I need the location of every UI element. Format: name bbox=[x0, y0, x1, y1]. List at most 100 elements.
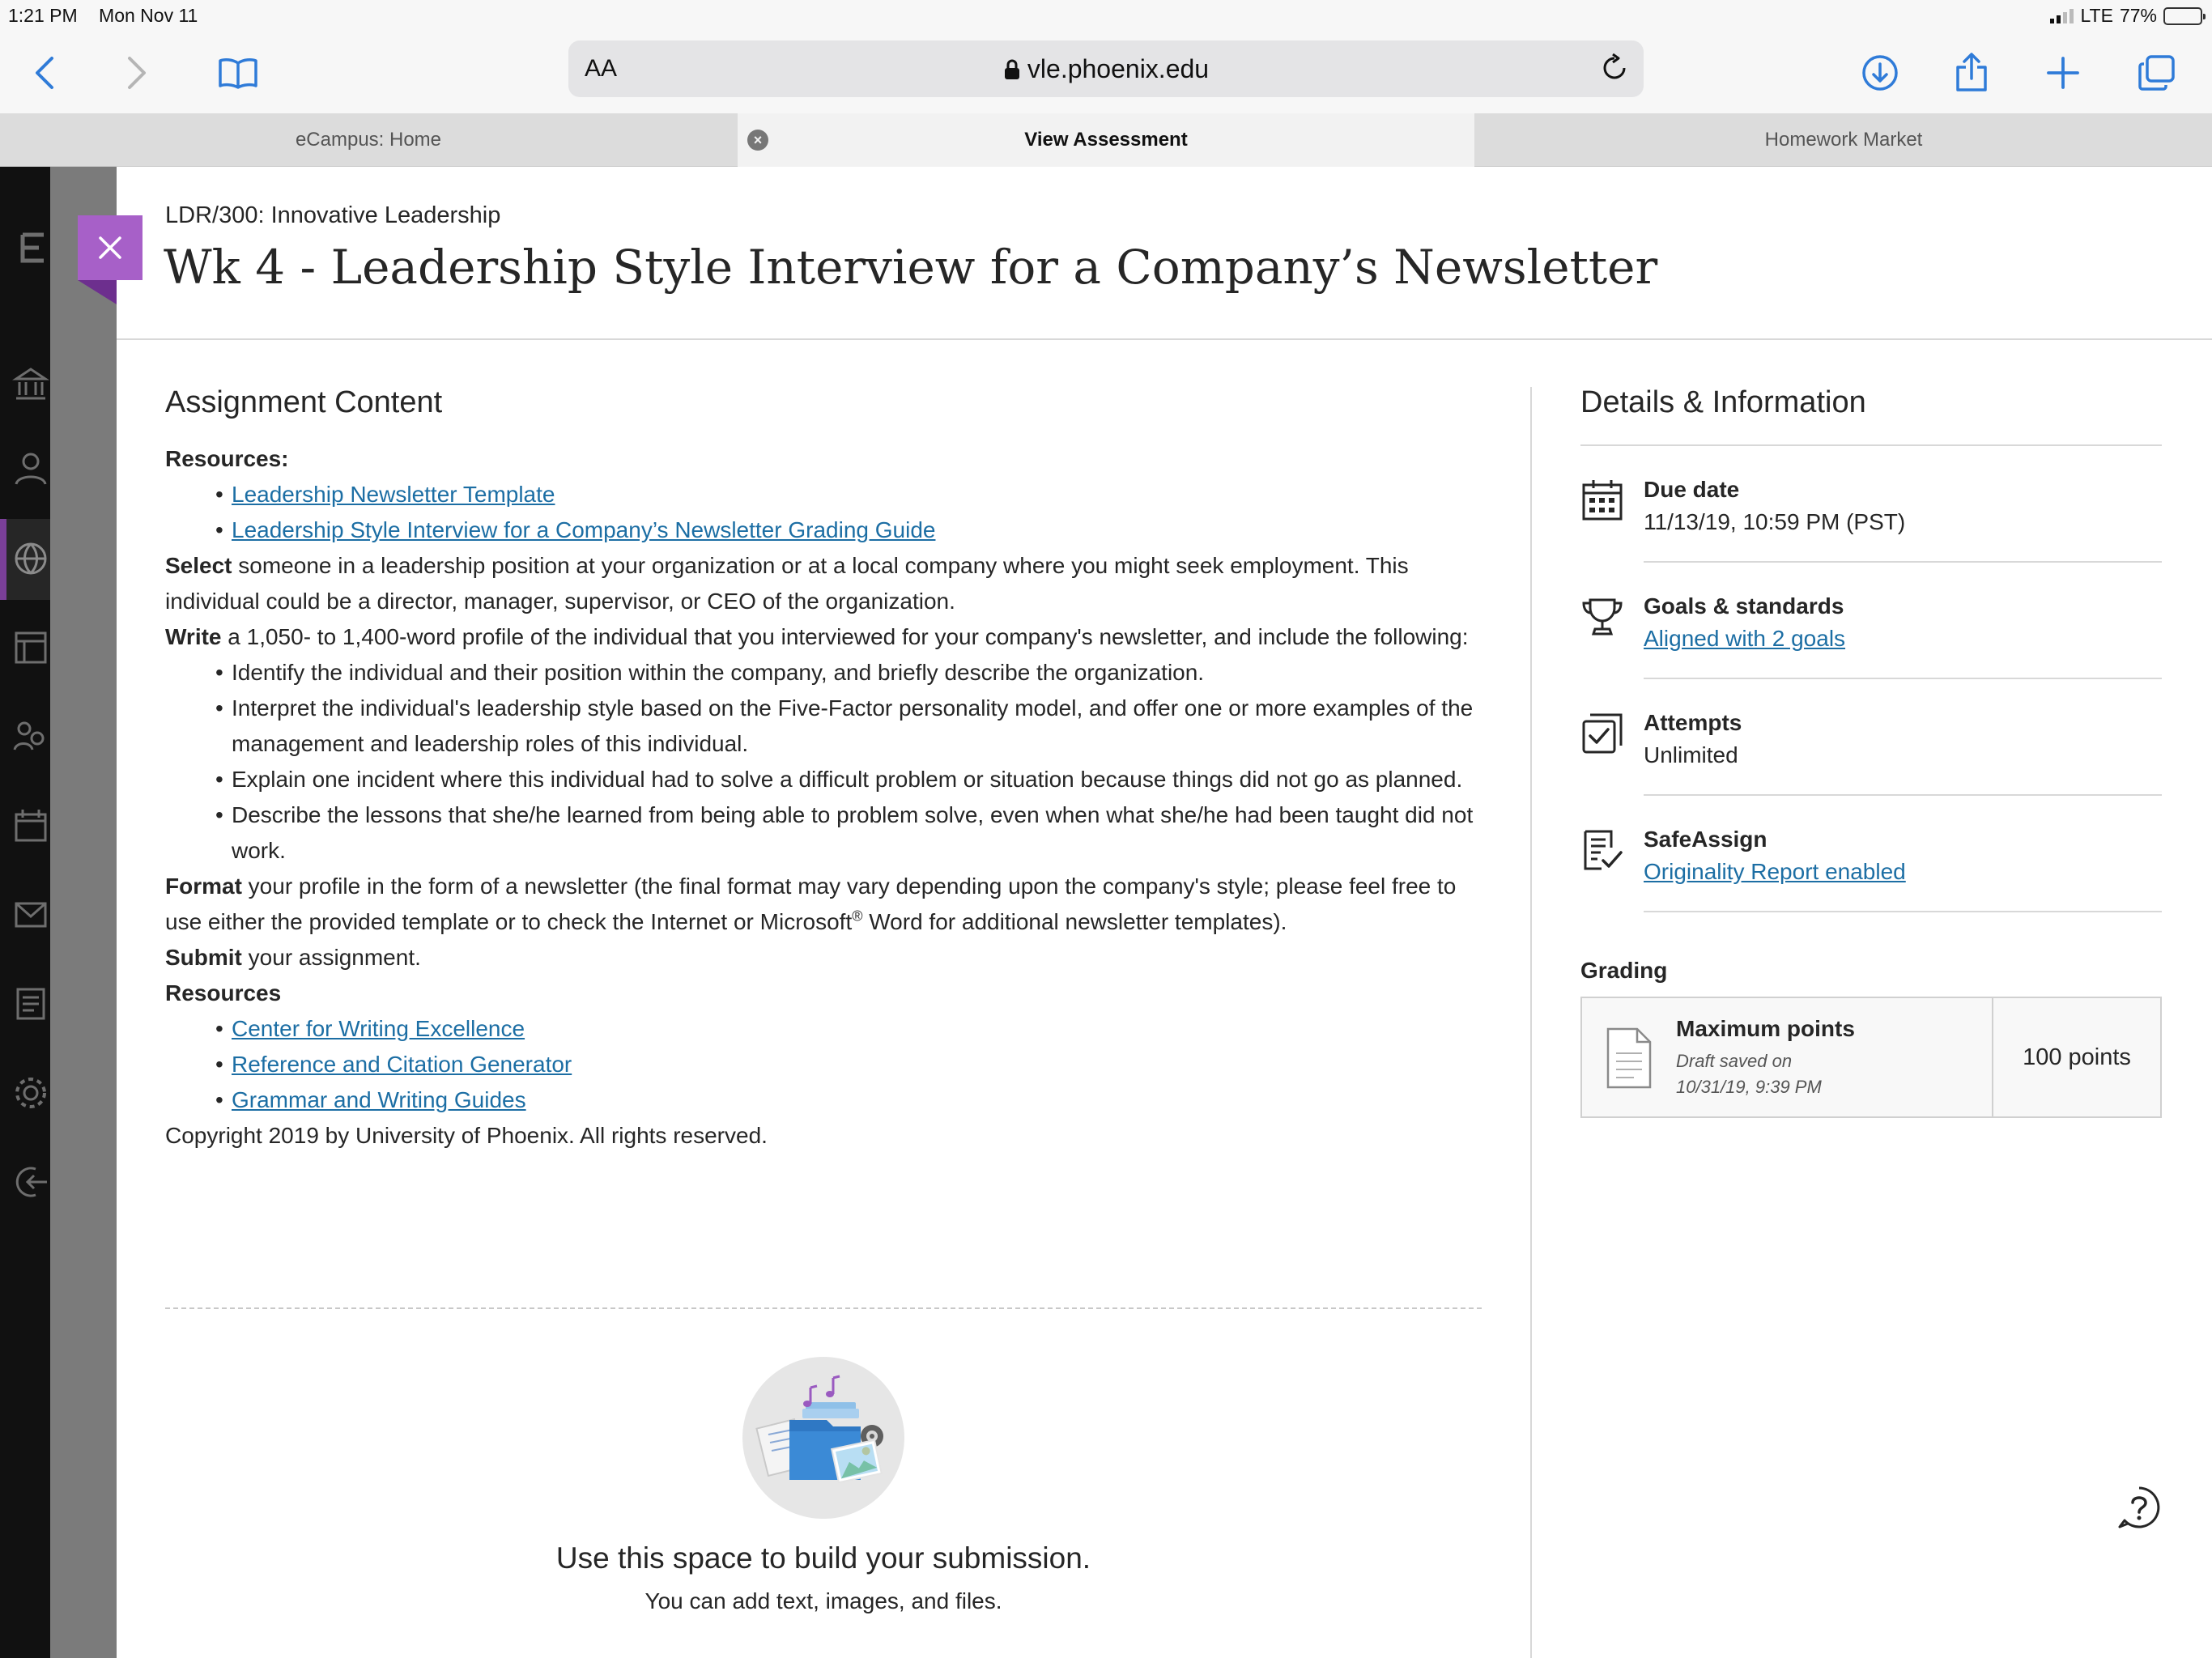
details-heading: Details & Information bbox=[1580, 385, 2162, 446]
content-divider bbox=[165, 1307, 1482, 1309]
write-paragraph: Write a 1,050- to 1,400-word profile of … bbox=[165, 624, 1469, 649]
format-paragraph: Format your profile in the form of a new… bbox=[165, 874, 1457, 934]
assessment-panel: LDR/300: Innovative Leadership Wk 4 - Le… bbox=[117, 167, 2212, 1658]
tab-label: eCampus: Home bbox=[295, 129, 442, 151]
list-item: Describe the lessons that she/he learned… bbox=[215, 797, 1493, 869]
groups-icon[interactable] bbox=[11, 717, 50, 756]
due-date-label: Due date bbox=[1644, 477, 1740, 502]
status-bar: 1:21 PM Mon Nov 11 LTE 77% bbox=[0, 0, 2212, 34]
close-panel-button[interactable] bbox=[78, 215, 143, 280]
attempts-label: Attempts bbox=[1644, 710, 1742, 735]
tab-bar: eCampus: Home × View Assessment Homework… bbox=[0, 113, 2212, 167]
link-writing-guides[interactable]: Grammar and Writing Guides bbox=[232, 1087, 526, 1112]
tab-homework-market[interactable]: Homework Market bbox=[1475, 113, 2212, 167]
details-panel: Details & Information Due date 11/13/19,… bbox=[1580, 385, 2162, 1118]
link-citation-generator[interactable]: Reference and Citation Generator bbox=[232, 1052, 572, 1077]
app-sidebar bbox=[0, 167, 50, 1658]
link-writing-excellence[interactable]: Center for Writing Excellence bbox=[232, 1016, 525, 1041]
bookmarks-icon[interactable] bbox=[214, 49, 262, 97]
attempts-checkbox-icon bbox=[1582, 713, 1623, 754]
courses-icon[interactable] bbox=[11, 628, 50, 667]
status-date: Mon Nov 11 bbox=[99, 5, 198, 26]
profile-icon[interactable] bbox=[11, 449, 50, 487]
draft-saved-text: Draft saved on 10/31/19, 9:39 PM bbox=[1676, 1051, 1822, 1097]
institution-icon[interactable] bbox=[11, 364, 50, 403]
grading-card: Maximum points Draft saved on 10/31/19, … bbox=[1580, 997, 2162, 1118]
share-icon[interactable] bbox=[1947, 49, 1996, 97]
tab-label: Homework Market bbox=[1764, 129, 1923, 151]
goals-link[interactable]: Aligned with 2 goals bbox=[1644, 626, 1845, 652]
close-tab-icon[interactable]: × bbox=[747, 130, 768, 151]
calendar-icon bbox=[1582, 480, 1623, 521]
modal-backdrop[interactable] bbox=[50, 167, 117, 1658]
tabs-overview-icon[interactable] bbox=[2133, 49, 2181, 97]
resources-label: Resources: bbox=[165, 446, 289, 471]
sidebar-selection-indicator bbox=[0, 519, 6, 600]
column-divider bbox=[1530, 387, 1532, 1658]
course-name: LDR/300: Innovative Leadership bbox=[165, 202, 501, 228]
downloads-icon[interactable] bbox=[1856, 49, 1904, 97]
submission-illustration-icon bbox=[742, 1357, 904, 1519]
back-icon[interactable] bbox=[21, 49, 70, 97]
panel-header: LDR/300: Innovative Leadership Wk 4 - Le… bbox=[117, 167, 2212, 340]
messages-icon[interactable] bbox=[11, 895, 50, 934]
calendar-icon[interactable] bbox=[11, 806, 50, 845]
goals-row: Goals & standards Aligned with 2 goals bbox=[1582, 563, 2162, 679]
address-bar[interactable]: AA vle.phoenix.edu bbox=[568, 40, 1644, 97]
globe-icon[interactable] bbox=[11, 539, 50, 578]
help-button[interactable] bbox=[2116, 1485, 2162, 1530]
help-question-icon bbox=[2118, 1486, 2160, 1528]
tab-ecampus-home[interactable]: eCampus: Home bbox=[0, 113, 737, 167]
due-date-value: 11/13/19, 10:59 PM (PST) bbox=[1644, 509, 1906, 534]
write-requirements-list: Identify the individual and their positi… bbox=[165, 655, 1493, 869]
link-newsletter-template[interactable]: Leadership Newsletter Template bbox=[232, 482, 555, 507]
attempts-row: Attempts Unlimited bbox=[1582, 679, 2162, 796]
trophy-icon bbox=[1582, 598, 1623, 636]
max-points-label: Maximum points bbox=[1676, 1016, 1855, 1041]
link-grading-guide[interactable]: Leadership Style Interview for a Company… bbox=[232, 517, 935, 542]
submission-area[interactable]: Use this space to build your submission.… bbox=[165, 1357, 1482, 1614]
attempts-value: Unlimited bbox=[1644, 742, 1738, 767]
file-icon bbox=[1606, 1027, 1652, 1089]
safeassign-label: SafeAssign bbox=[1644, 827, 1767, 852]
battery-percent: 77% bbox=[2119, 5, 2157, 26]
new-tab-icon[interactable] bbox=[2039, 49, 2087, 97]
reload-icon[interactable] bbox=[1600, 53, 1629, 87]
settings-icon[interactable] bbox=[11, 1073, 50, 1112]
list-item: Explain one incident where this individu… bbox=[215, 762, 1493, 797]
submit-paragraph: Submit your assignment. bbox=[165, 945, 421, 970]
network-label: LTE bbox=[2080, 5, 2113, 26]
page-title: Wk 4 - Leadership Style Interview for a … bbox=[164, 240, 1658, 295]
tab-view-assessment[interactable]: × View Assessment bbox=[738, 113, 1474, 167]
copyright-text: Copyright 2019 by University of Phoenix.… bbox=[165, 1123, 768, 1148]
resource-list-2: Center for Writing Excellence Reference … bbox=[165, 1011, 1493, 1118]
submission-title: Use this space to build your submission. bbox=[555, 1541, 1091, 1575]
tab-label: View Assessment bbox=[1024, 129, 1188, 151]
lock-icon bbox=[1004, 59, 1019, 79]
safeassign-link[interactable]: Originality Report enabled bbox=[1644, 859, 1906, 885]
url-text: vle.phoenix.edu bbox=[1027, 54, 1210, 83]
battery-icon bbox=[2163, 6, 2206, 25]
submission-subtitle: You can add text, images, and files. bbox=[644, 1588, 1002, 1613]
list-item: Interpret the individual's leadership st… bbox=[215, 691, 1493, 762]
grading-label: Grading bbox=[1580, 958, 1668, 983]
browser-toolbar: AA vle.phoenix.edu bbox=[0, 34, 2212, 113]
assignment-content-heading: Assignment Content bbox=[165, 385, 443, 419]
due-date-row: Due date 11/13/19, 10:59 PM (PST) bbox=[1582, 446, 2162, 563]
goals-label: Goals & standards bbox=[1644, 593, 1844, 619]
safeassign-row: SafeAssign Originality Report enabled bbox=[1584, 796, 2162, 912]
safeassign-document-icon bbox=[1584, 830, 1623, 870]
grades-icon[interactable] bbox=[11, 984, 50, 1023]
resources-label-2: Resources bbox=[165, 980, 282, 1005]
close-icon bbox=[99, 236, 121, 259]
forward-icon[interactable] bbox=[112, 49, 160, 97]
assignment-content: Assignment Content Resources: Leadership… bbox=[165, 385, 1493, 1154]
points-value: 100 points bbox=[2023, 1044, 2131, 1070]
logo-icon bbox=[20, 232, 44, 263]
status-time: 1:21 PM bbox=[8, 5, 78, 26]
sign-out-icon[interactable] bbox=[11, 1163, 50, 1201]
list-item: Identify the individual and their positi… bbox=[215, 655, 1493, 691]
resource-list: Leadership Newsletter Template Leadershi… bbox=[165, 477, 1493, 548]
signal-icon bbox=[2050, 8, 2074, 23]
select-paragraph: Select someone in a leadership position … bbox=[165, 553, 1409, 614]
